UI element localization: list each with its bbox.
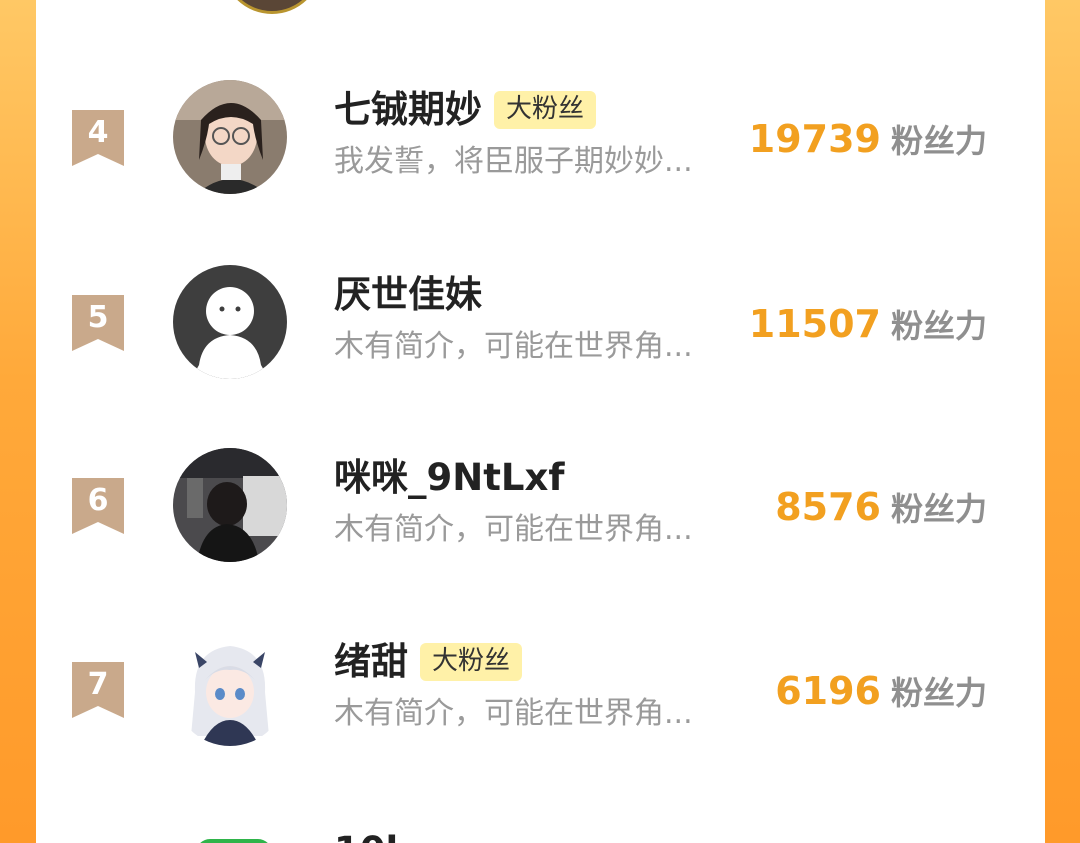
- rank-number: 4: [87, 115, 109, 150]
- fan-power-score: 8576 粉丝力: [775, 484, 987, 530]
- ranking-row[interactable]: 4 七铖期妙 大粉丝 我发誓，将臣服子期妙妙... 19739 粉丝力: [36, 80, 1045, 220]
- rank-badge: 6: [72, 478, 124, 534]
- user-name[interactable]: 七铖期妙: [334, 86, 482, 134]
- big-fan-badge: 大粉丝: [420, 643, 523, 681]
- ranking-row[interactable]: 7 绪甜 大粉丝 木有简介，可能在世界角... 6196 粉丝力: [36, 632, 1045, 772]
- user-name[interactable]: 厌世佳妹: [334, 271, 482, 319]
- user-name-partial[interactable]: 10l...: [334, 827, 440, 843]
- rank-number: 6: [87, 483, 109, 518]
- name-line: 咪咪_9NtLxf: [334, 454, 564, 502]
- score-value: 19739: [748, 117, 881, 161]
- rank-badge: 7: [72, 662, 124, 718]
- fan-power-score: 6196 粉丝力: [775, 668, 987, 714]
- score-unit: 粉丝力: [890, 490, 987, 528]
- score-value: 8576: [775, 485, 881, 529]
- score-unit: 粉丝力: [890, 674, 987, 712]
- user-name[interactable]: 咪咪_9NtLxf: [334, 454, 564, 502]
- score-unit: 粉丝力: [890, 307, 987, 345]
- score-value: 6196: [775, 669, 881, 713]
- name-line: 七铖期妙 大粉丝: [334, 86, 597, 134]
- ranking-list-panel: 4 七铖期妙 大粉丝 我发誓，将臣服子期妙妙... 19739 粉丝力 5 厌世…: [36, 0, 1045, 843]
- fan-power-score: 19739 粉丝力: [749, 116, 987, 162]
- avatar-cut-off[interactable]: [222, 0, 322, 14]
- fan-power-score: 11507 粉丝力: [749, 301, 987, 347]
- rank-badge: 4: [72, 110, 124, 166]
- rank-number: 7: [87, 667, 109, 702]
- avatar-photo-icon[interactable]: [173, 80, 287, 194]
- rank-badge: 5: [72, 295, 124, 351]
- ranking-row[interactable]: 6 咪咪_9NtLxf 木有简介，可能在世界角... 8576 粉丝力: [36, 448, 1045, 588]
- anime-avatar-icon[interactable]: [173, 632, 287, 746]
- user-bio: 我发誓，将臣服子期妙妙...: [334, 144, 693, 179]
- default-avatar-icon[interactable]: [173, 265, 287, 379]
- ranking-row[interactable]: 5 厌世佳妹 木有简介，可能在世界角... 11507 粉丝力: [36, 265, 1045, 405]
- user-name[interactable]: 绪甜: [334, 638, 408, 686]
- ranking-row-partial[interactable]: 10l...: [36, 823, 1045, 843]
- fan-ranking-page: 4 七铖期妙 大粉丝 我发誓，将臣服子期妙妙... 19739 粉丝力 5 厌世…: [0, 0, 1080, 843]
- score-value: 11507: [748, 302, 881, 346]
- avatar-photo-icon[interactable]: [173, 448, 287, 562]
- user-bio: 木有简介，可能在世界角...: [334, 696, 693, 731]
- user-bio: 木有简介，可能在世界角...: [334, 329, 693, 364]
- big-fan-badge: 大粉丝: [494, 91, 597, 129]
- avatar-partial-icon[interactable]: [196, 839, 272, 843]
- name-line: 绪甜 大粉丝: [334, 638, 523, 686]
- score-unit: 粉丝力: [890, 122, 987, 160]
- rank-number: 5: [87, 300, 109, 335]
- user-bio: 木有简介，可能在世界角...: [334, 512, 693, 547]
- name-line: 厌世佳妹: [334, 271, 482, 319]
